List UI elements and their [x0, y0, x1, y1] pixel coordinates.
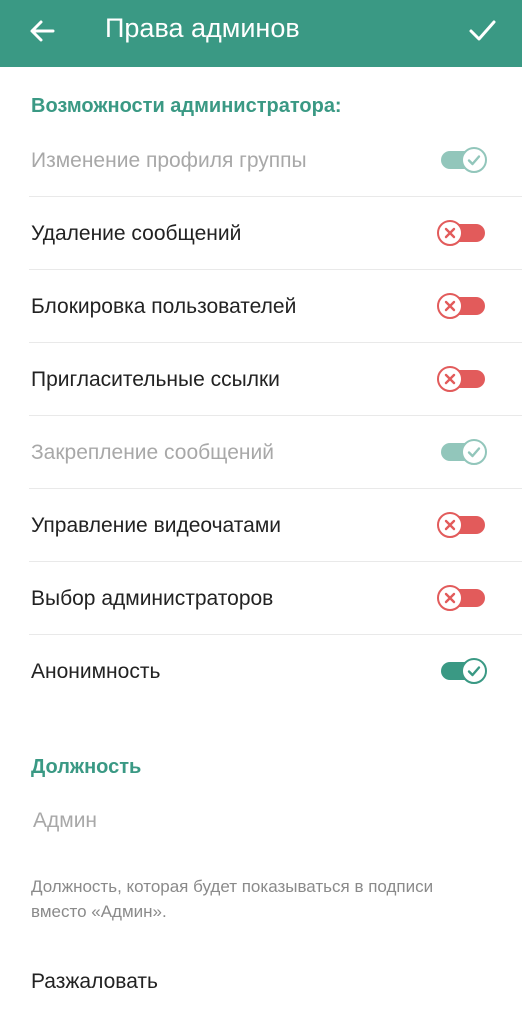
check-icon: [467, 666, 481, 677]
permission-row[interactable]: Пригласительные ссылки: [0, 343, 522, 416]
toggle-knob: [461, 658, 487, 684]
permission-label: Управление видеочатами: [31, 513, 282, 537]
page-title: Права админов: [105, 13, 300, 43]
permission-toggle[interactable]: [437, 293, 487, 319]
permission-label: Выбор администраторов: [31, 586, 274, 610]
permission-label: Изменение профиля группы: [31, 148, 307, 172]
dismiss-admin-button[interactable]: Разжаловать: [31, 969, 158, 995]
permission-label: Пригласительные ссылки: [31, 367, 280, 391]
cross-icon: [444, 519, 456, 531]
permission-label: Блокировка пользователей: [31, 294, 297, 318]
toggle-knob: [437, 512, 463, 538]
permission-row[interactable]: Закрепление сообщений: [0, 416, 522, 489]
permission-label: Закрепление сообщений: [31, 440, 274, 464]
permission-toggle[interactable]: [437, 220, 487, 246]
permission-toggle: [437, 439, 487, 465]
check-icon: [467, 447, 481, 458]
cross-icon: [444, 227, 456, 239]
rank-header: Должность: [31, 756, 142, 778]
permission-toggle: [437, 147, 487, 173]
app-bar: Права админов: [0, 0, 522, 67]
permission-row[interactable]: Анонимность: [0, 635, 522, 708]
permission-row[interactable]: Изменение профиля группы: [0, 124, 522, 197]
permission-row[interactable]: Блокировка пользователей: [0, 270, 522, 343]
permission-toggle[interactable]: [437, 512, 487, 538]
checkmark-icon: [469, 20, 496, 41]
toggle-knob: [437, 293, 463, 319]
permission-row[interactable]: Удаление сообщений: [0, 197, 522, 270]
toggle-knob: [437, 366, 463, 392]
toggle-knob: [437, 220, 463, 246]
permission-label: Анонимность: [31, 659, 161, 683]
permission-row[interactable]: Управление видеочатами: [0, 489, 522, 562]
check-icon: [467, 155, 481, 166]
rank-input[interactable]: Админ: [33, 808, 97, 834]
permission-toggle[interactable]: [437, 366, 487, 392]
permission-toggle[interactable]: [437, 658, 487, 684]
toggle-knob: [461, 439, 487, 465]
permission-row[interactable]: Выбор администраторов: [0, 562, 522, 635]
cross-icon: [444, 373, 456, 385]
back-button[interactable]: [24, 13, 60, 49]
permission-label: Удаление сообщений: [31, 221, 242, 245]
toggle-knob: [461, 147, 487, 173]
arrow-left-icon: [30, 20, 55, 42]
rank-hint: Должность, которая будет показываться в …: [31, 877, 434, 921]
cross-icon: [444, 300, 456, 312]
permission-toggle[interactable]: [437, 585, 487, 611]
permissions-header: Возможности администратора:: [31, 95, 342, 117]
save-button[interactable]: [462, 10, 502, 50]
toggle-knob: [437, 585, 463, 611]
cross-icon: [444, 592, 456, 604]
